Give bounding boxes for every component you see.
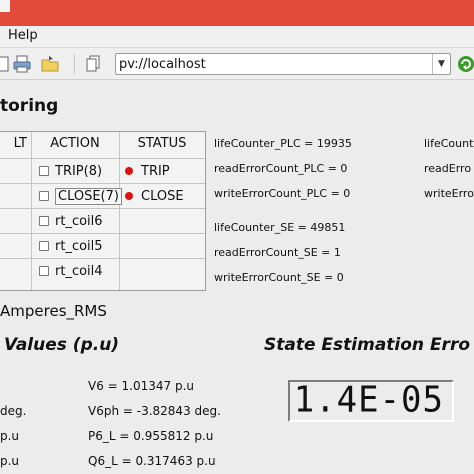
copy-icon[interactable] (84, 54, 104, 74)
left-deg-value: deg. (0, 404, 27, 418)
action-rt-coil6[interactable]: rt_coil6 (39, 212, 103, 230)
read-error-right: readErro (424, 162, 472, 175)
read-error-count-se: readErrorCount_SE = 1 (214, 246, 341, 259)
action-rt-coil4[interactable]: rt_coil4 (39, 262, 103, 280)
grid-divider (0, 233, 205, 234)
status-close: CLOSE (125, 187, 184, 205)
life-counter-plc: lifeCounter_PLC = 19935 (214, 137, 352, 150)
url-bar: ▼ (115, 53, 451, 75)
open-folder-icon[interactable] (40, 54, 60, 74)
checkbox[interactable] (39, 216, 49, 226)
action-close[interactable]: CLOSE(7) (39, 187, 122, 205)
url-input[interactable] (119, 55, 429, 73)
write-error-count-plc: writeErrorCount_PLC = 0 (214, 187, 351, 200)
header-status: STATUS (137, 136, 187, 151)
state-estimation-heading: State Estimation Erro (264, 335, 471, 355)
action-label: rt_coil4 (55, 263, 103, 279)
action-trip[interactable]: TRIP(8) (39, 162, 102, 180)
grid-divider (0, 258, 205, 259)
life-counter-right: lifeCounter (424, 137, 474, 150)
left-pu-value: p.u (0, 429, 20, 443)
refresh-go-icon[interactable] (456, 54, 474, 74)
url-dropdown-button[interactable]: ▼ (432, 54, 450, 74)
p6l-value: P6_L = 0.955812 p.u (88, 429, 214, 443)
life-counter-se: lifeCounter_SE = 49851 (214, 221, 346, 234)
grid-divider (119, 132, 120, 290)
lcd-value: 1.4E-05 (293, 379, 444, 421)
toolbar: ▼ (0, 48, 474, 80)
status-label: TRIP (141, 163, 170, 179)
status-indicator-icon (125, 192, 133, 200)
checkbox[interactable] (39, 241, 49, 251)
amperes-rms-label: Amperes_RMS (0, 302, 107, 320)
status-label: CLOSE (141, 188, 184, 204)
action-label: rt_coil6 (55, 213, 103, 229)
header-fault: LT (13, 136, 27, 151)
state-estimation-lcd: 1.4E-05 (288, 379, 454, 422)
grid-divider (31, 132, 32, 290)
action-label: CLOSE(7) (55, 187, 122, 205)
print-icon[interactable] (12, 54, 32, 74)
section-title: toring (0, 96, 59, 116)
v6ph-value: V6ph = -3.82843 deg. (88, 404, 221, 418)
left-pu-value: p.u (0, 454, 20, 468)
menu-help[interactable]: Help (8, 28, 38, 43)
grid-divider (0, 158, 205, 159)
status-indicator-icon (125, 167, 133, 175)
chevron-down-icon: ▼ (438, 59, 445, 69)
checkbox[interactable] (39, 266, 49, 276)
action-label: TRIP(8) (55, 163, 103, 179)
action-rt-coil5[interactable]: rt_coil5 (39, 237, 103, 255)
breaker-control-table: LT ACTION STATUS TRIP(8) TRIP CLOSE(7) C… (0, 131, 206, 291)
action-label: rt_coil5 (55, 238, 103, 254)
header-action: ACTION (50, 136, 100, 151)
checkbox[interactable] (39, 166, 49, 176)
toolbar-separator (74, 54, 75, 74)
read-error-count-plc: readErrorCount_PLC = 0 (214, 162, 348, 175)
checkbox[interactable] (39, 191, 49, 201)
status-trip: TRIP (125, 162, 170, 180)
q6l-value: Q6_L = 0.317463 p.u (88, 454, 216, 468)
grid-divider (0, 208, 205, 209)
window-titlebar (0, 0, 474, 26)
write-error-count-se: writeErrorCount_SE = 0 (214, 271, 344, 284)
menu-bar: Help (0, 26, 474, 48)
v6-value: V6 = 1.01347 p.u (88, 379, 195, 393)
write-error-right: writeErro (424, 187, 474, 200)
titlebar-corner (0, 0, 10, 12)
values-heading: Values (p.u) (4, 335, 120, 355)
grid-divider (0, 183, 205, 184)
